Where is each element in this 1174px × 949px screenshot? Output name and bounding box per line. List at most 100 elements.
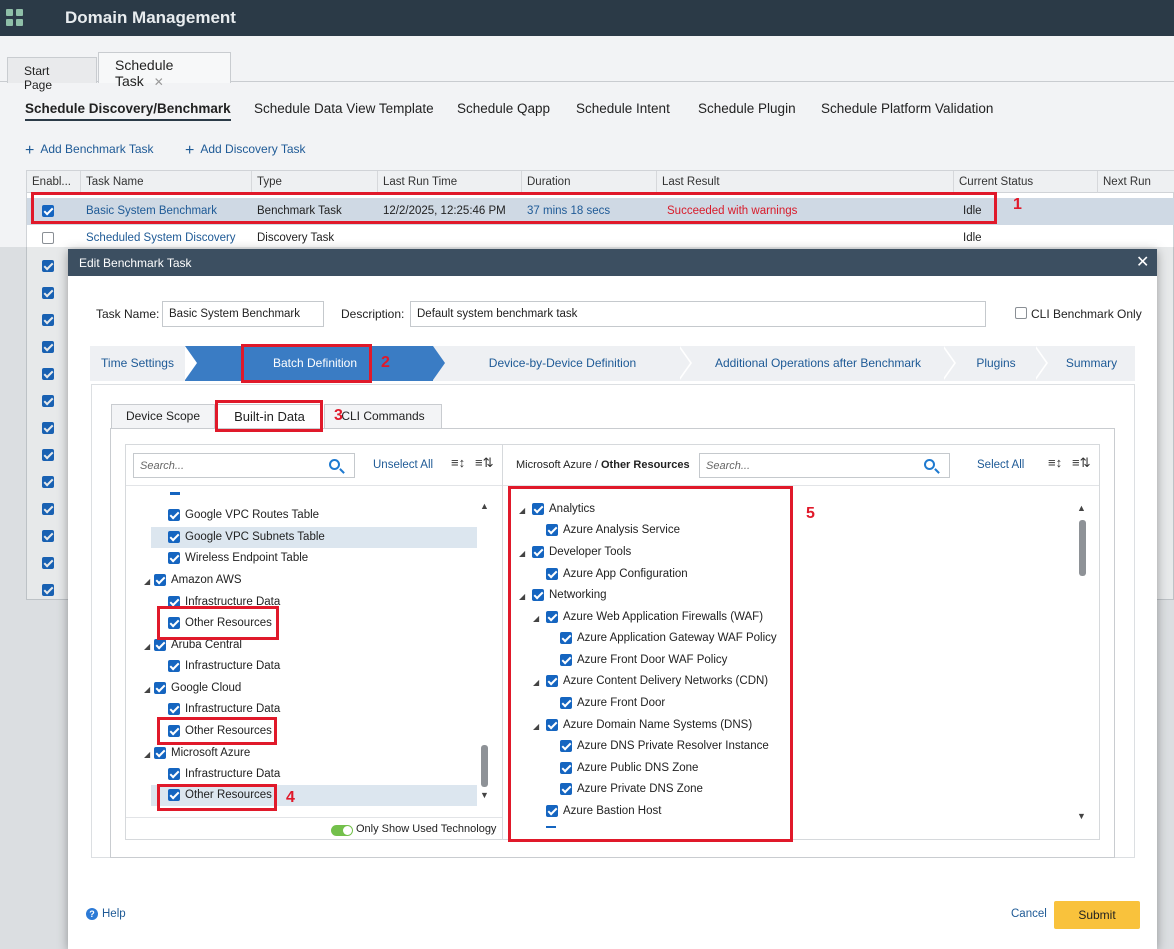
wizard-step-time-settings[interactable]: Time Settings [90, 346, 185, 381]
dialog-header: Edit Benchmark Task ✕ [68, 249, 1157, 276]
description-label: Description: [341, 307, 405, 321]
only-used-technology-label: Only Show Used Technology [356, 823, 497, 835]
tree-item[interactable]: Wireless Endpoint Table [151, 548, 477, 569]
column-header[interactable]: Task Name [81, 171, 252, 193]
partial-checkbox[interactable] [546, 826, 556, 828]
wizard-step-batch-definition[interactable]: Batch Definition [197, 346, 433, 381]
tab-device-scope[interactable]: Device Scope [111, 404, 215, 429]
wizard-step-additional-operations[interactable]: Additional Operations after Benchmark [692, 346, 944, 381]
table-row[interactable]: Basic System Benchmark Benchmark Task 12… [27, 198, 1174, 225]
scroll-up-icon[interactable]: ▲ [480, 501, 489, 511]
cancel-button[interactable]: Cancel [1011, 908, 1047, 920]
tab-label: Schedule Task [115, 57, 174, 89]
sort-asc-icon[interactable]: ≡↕ [1048, 455, 1062, 470]
wizard-step-device-by-device[interactable]: Device-by-Device Definition [445, 346, 680, 381]
tab-built-in-data[interactable]: Built-in Data [216, 404, 323, 429]
enabled-checkbox[interactable] [42, 232, 54, 244]
tree-item[interactable]: Infrastructure Data [151, 656, 477, 677]
sort-desc-icon[interactable]: ≡⇅ [1072, 455, 1090, 471]
subnav-schedule-platform-validation[interactable]: Schedule Platform Validation [821, 101, 993, 116]
task-name-input[interactable] [162, 301, 324, 327]
unselect-all-link[interactable]: Unselect All [373, 459, 433, 471]
submit-button[interactable]: Submit [1054, 901, 1140, 929]
divider [503, 485, 1099, 486]
close-icon[interactable]: ✕ [1136, 252, 1149, 272]
tree-item[interactable]: Infrastructure Data [151, 764, 477, 785]
right-search-input[interactable]: Search... [699, 453, 950, 478]
wizard-chevron [942, 346, 954, 380]
task-type: Benchmark Task [257, 205, 342, 217]
description-input[interactable] [410, 301, 986, 327]
add-discovery-task-button[interactable]: + Add Discovery Task [185, 142, 306, 160]
column-header[interactable]: Next Run Time [1098, 171, 1174, 210]
plus-icon: + [25, 142, 35, 159]
tree-item[interactable]: ◢ Microsoft Azure [137, 743, 477, 764]
sort-asc-icon[interactable]: ≡↕ [451, 455, 465, 470]
help-link[interactable]: Help [102, 908, 126, 920]
tree-item[interactable]: Other Resources [151, 721, 477, 742]
subnav-schedule-qapp[interactable]: Schedule Qapp [457, 101, 550, 116]
tree-item[interactable]: ◢ Google Cloud [137, 678, 477, 699]
annotation-number: 4 [286, 789, 295, 806]
tab-start-page[interactable]: Start Page [7, 57, 97, 92]
wizard-chevron [1034, 346, 1046, 380]
wizard-step-summary[interactable]: Summary [1048, 346, 1135, 381]
tree-item[interactable]: Other Resources [151, 613, 477, 634]
tree-item[interactable]: ◢ Aruba Central [137, 635, 477, 656]
wizard-chevron [433, 346, 445, 380]
page-tabs: Start Page Schedule Task ✕ [0, 52, 1174, 92]
search-icon[interactable] [329, 459, 340, 470]
column-header[interactable]: Type [252, 171, 378, 193]
left-scrollbar-thumb[interactable] [481, 745, 488, 787]
last-result[interactable]: Succeeded with warnings [667, 198, 797, 225]
subnav-schedule-discovery-benchmark[interactable]: Schedule Discovery/Benchmark [25, 101, 231, 121]
annotation-number: 2 [381, 354, 390, 371]
cli-benchmark-only-checkbox[interactable] [1015, 307, 1027, 319]
cli-benchmark-only-label: CLI Benchmark Only [1031, 307, 1142, 321]
resources-pane: Microsoft Azure / Other Resources Search… [502, 444, 1100, 840]
add-benchmark-task-button[interactable]: + Add Benchmark Task [25, 142, 154, 160]
tree-item[interactable]: Google VPC Routes Table [151, 505, 477, 526]
annotation-number: 5 [806, 505, 815, 522]
column-header[interactable]: Enabl... [27, 171, 81, 193]
breadcrumb-parent[interactable]: Microsoft Azure [516, 459, 592, 471]
search-icon[interactable] [924, 459, 935, 470]
left-search-input[interactable]: Search... [133, 453, 355, 478]
tree-item[interactable]: Google VPC Subnets Table [151, 527, 477, 548]
help-icon[interactable]: ? [86, 908, 98, 920]
search-placeholder: Search... [140, 460, 185, 472]
tab-schedule-task[interactable]: Schedule Task ✕ [98, 52, 231, 89]
scroll-down-icon[interactable]: ▼ [480, 790, 489, 800]
wizard-step-plugins[interactable]: Plugins [956, 346, 1036, 381]
tree-item[interactable]: Infrastructure Data [151, 592, 477, 613]
divider [126, 485, 502, 486]
wizard-chevron [678, 346, 690, 380]
partial-checkbox[interactable] [170, 492, 180, 495]
right-scrollbar-thumb[interactable] [1079, 520, 1086, 576]
column-header[interactable]: Duration [522, 171, 657, 193]
tree-item[interactable]: Infrastructure Data [151, 699, 477, 720]
divider [126, 817, 502, 818]
app-grid-icon[interactable] [6, 9, 24, 27]
task-name[interactable]: Basic System Benchmark [86, 198, 217, 225]
subnav-schedule-data-view-template[interactable]: Schedule Data View Template [254, 101, 434, 116]
only-used-technology-toggle[interactable] [331, 825, 353, 836]
column-header[interactable]: Last Result [657, 171, 954, 193]
scroll-down-icon[interactable]: ▼ [1077, 811, 1086, 821]
column-header[interactable]: Last Run Time [378, 171, 522, 193]
select-all-link[interactable]: Select All [977, 459, 1024, 471]
column-header[interactable]: Current Status [954, 171, 1098, 193]
tree-item[interactable]: ◢ Amazon AWS [137, 570, 477, 591]
scroll-up-icon[interactable]: ▲ [1077, 503, 1086, 513]
top-bar: Domain Management [0, 0, 1174, 36]
wizard-steps: Time Settings Batch Definition Device-by… [90, 346, 1135, 381]
subnav-schedule-plugin[interactable]: Schedule Plugin [698, 101, 796, 116]
tree-item[interactable]: Other Resources [151, 785, 477, 806]
subnav-schedule-intent[interactable]: Schedule Intent [576, 101, 670, 116]
close-tab-icon[interactable]: ✕ [154, 75, 164, 89]
enabled-checkbox[interactable] [42, 205, 54, 217]
duration[interactable]: 37 mins 18 secs [527, 198, 610, 225]
dialog-title: Edit Benchmark Task [79, 256, 192, 270]
sort-desc-icon[interactable]: ≡⇅ [475, 455, 493, 471]
app-title: Domain Management [65, 8, 236, 27]
